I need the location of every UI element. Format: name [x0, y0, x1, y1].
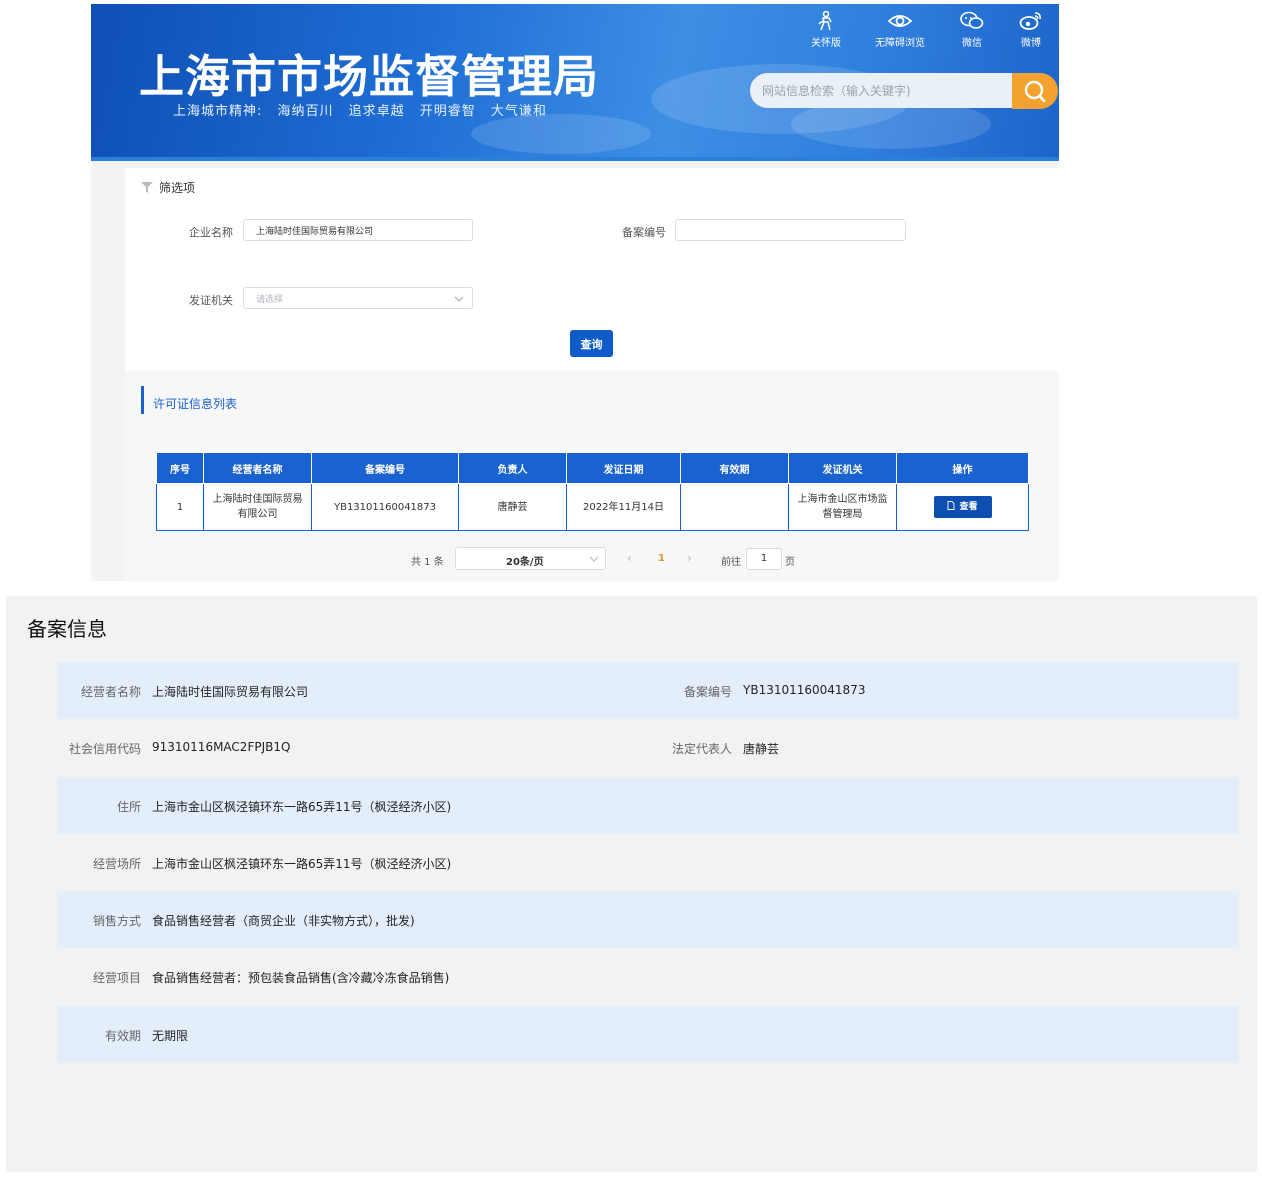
table-header-row: 序号 经营者名称 备案编号 负责人 发证日期 有效期 发证机关 操作 — [156, 452, 1029, 484]
legal-rep-label: 法定代表人 — [671, 742, 732, 756]
detail-row: 经营场所 上海市金山区枫泾镇环东一路65弄11号（枫泾经济小区) — [57, 834, 1239, 891]
filter-panel: 筛选项 企业名称 上海陆时佳国际贸易有限公司 备案编号 发证机关 请选择 查询 — [125, 168, 1059, 371]
record-no-value: YB13101160041873 — [743, 683, 866, 697]
record-no-label: 备案编号 — [683, 685, 732, 699]
column-header: 备案编号 — [311, 452, 459, 484]
row-issue-date: 2022年11月14日 — [566, 483, 681, 531]
validity-label: 有效期 — [104, 1029, 141, 1043]
goto-label: 前往 — [721, 557, 741, 568]
next-page-button[interactable]: › — [687, 551, 692, 565]
pager-total: 共 1 条 — [411, 557, 444, 568]
operator-label: 经营者名称 — [80, 685, 141, 699]
site-search-button[interactable] — [1012, 73, 1058, 109]
column-header: 经营者名称 — [203, 452, 312, 484]
column-header: 操作 — [896, 452, 1029, 484]
detail-row: 社会信用代码 91310116MAC2FPJB1Q 法定代表人 唐静芸 — [57, 719, 1239, 776]
license-table: 序号 经营者名称 备案编号 负责人 发证日期 有效期 发证机关 操作 1 上海陆… — [156, 452, 1029, 531]
business-scope-value: 食品销售经营者：预包装食品销售(含冷藏冷冻食品销售) — [152, 971, 450, 985]
license-list-panel: 许可证信息列表 序号 经营者名称 备案编号 负责人 发证日期 有效期 发证机关 … — [125, 371, 1059, 581]
column-header: 序号 — [156, 452, 204, 484]
current-page[interactable]: 1 — [658, 553, 665, 564]
page-unit-label: 页 — [785, 557, 795, 568]
goto-page-input[interactable]: 1 — [746, 548, 782, 570]
wechat-icon — [960, 11, 984, 29]
sales-mode-value: 食品销售经营者（商贸企业（非实物方式），批发) — [152, 914, 415, 928]
chevron-down-icon — [589, 556, 599, 562]
sales-mode-label: 销售方式 — [92, 914, 141, 928]
business-scope-label: 经营项目 — [92, 971, 141, 985]
search-icon — [1024, 80, 1046, 103]
portal-screenshot: 上海市市场监督管理局 上海城市精神: 海纳百川 追求卓越 开明睿智 大气谦和 关… — [91, 4, 1059, 581]
weibo-label: 微博 — [1021, 38, 1041, 49]
residence-label: 住所 — [116, 800, 141, 814]
legal-rep-value: 唐静芸 — [743, 742, 780, 756]
residence-value: 上海市金山区枫泾镇环东一路65弄11号（枫泾经济小区) — [152, 800, 452, 814]
list-title: 许可证信息列表 — [153, 397, 238, 411]
authority-select-placeholder: 请选择 — [256, 295, 284, 305]
view-button-label: 查看 — [959, 502, 978, 512]
row-validity — [680, 483, 789, 531]
detail-row: 住所 上海市金山区枫泾镇环东一路65弄11号（枫泾经济小区) — [57, 777, 1239, 834]
filter-icon — [141, 182, 153, 193]
weibo-link[interactable]: 微博 — [999, 10, 1059, 49]
row-index: 1 — [156, 483, 204, 531]
record-no-label: 备案编号 — [622, 226, 666, 239]
care-version-link[interactable]: 关怀版 — [794, 10, 858, 49]
prev-page-button[interactable]: ‹ — [627, 551, 632, 565]
record-detail-panel: 备案信息 经营者名称 上海陆时佳国际贸易有限公司 备案编号 YB13101160… — [6, 596, 1257, 1172]
weibo-icon — [1019, 12, 1041, 30]
query-button[interactable]: 查询 — [570, 330, 613, 357]
validity-value: 无期限 — [152, 1029, 189, 1043]
banner-divider — [91, 157, 1059, 161]
elderly-care-icon — [818, 10, 832, 31]
detail-row: 经营项目 食品销售经营者：预包装食品销售(含冷藏冷冻食品销售) — [57, 948, 1239, 1005]
credit-code-value: 91310116MAC2FPJB1Q — [152, 740, 291, 754]
company-name-label: 企业名称 — [189, 226, 233, 239]
chevron-down-icon — [454, 296, 464, 302]
eye-icon — [887, 15, 913, 27]
column-header: 负责人 — [458, 452, 567, 484]
filter-heading: 筛选项 — [141, 179, 195, 196]
row-action-cell: 查看 — [896, 483, 1029, 531]
column-header: 发证机关 — [788, 452, 897, 484]
credit-code-label: 社会信用代码 — [68, 742, 141, 756]
page-size-select[interactable]: 20条/页 — [455, 547, 606, 570]
accessibility-label: 无障碍浏览 — [875, 38, 925, 49]
list-title-accent — [141, 386, 144, 414]
site-search-box — [750, 73, 1057, 108]
wechat-label: 微信 — [962, 38, 982, 49]
column-header: 有效期 — [680, 452, 789, 484]
site-search-input[interactable] — [762, 81, 1012, 101]
authority-label: 发证机关 — [189, 294, 233, 307]
row-person: 唐静芸 — [458, 483, 567, 531]
column-header: 发证日期 — [566, 452, 681, 484]
site-title: 上海市市场监督管理局 — [139, 50, 600, 103]
care-version-label: 关怀版 — [811, 38, 841, 49]
detail-row: 经营者名称 上海陆时佳国际贸易有限公司 备案编号 YB1310116004187… — [57, 662, 1239, 719]
document-icon — [948, 501, 955, 510]
site-slogan: 上海城市精神: 海纳百川 追求卓越 开明睿智 大气谦和 — [173, 104, 547, 119]
detail-row: 销售方式 食品销售经营者（商贸企业（非实物方式），批发) — [57, 891, 1239, 948]
accessibility-link[interactable]: 无障碍浏览 — [868, 10, 932, 49]
row-operator: 上海陆时佳国际贸易有限公司 — [203, 483, 312, 531]
page-size-value: 20条/页 — [506, 557, 544, 568]
filter-title: 筛选项 — [159, 181, 196, 195]
detail-row: 有效期 无期限 — [57, 1006, 1239, 1063]
site-banner: 上海市市场监督管理局 上海城市精神: 海纳百川 追求卓越 开明睿智 大气谦和 关… — [91, 4, 1059, 159]
authority-select[interactable]: 请选择 — [243, 287, 473, 309]
row-authority: 上海市金山区市场监督管理局 — [788, 483, 897, 531]
premises-label: 经营场所 — [92, 857, 141, 871]
wechat-link[interactable]: 微信 — [940, 10, 1004, 49]
company-name-input[interactable]: 上海陆时佳国际贸易有限公司 — [243, 219, 473, 241]
detail-title: 备案信息 — [27, 617, 107, 641]
premises-value: 上海市金山区枫泾镇环东一路65弄11号（枫泾经济小区) — [152, 857, 452, 871]
view-button[interactable]: 查看 — [933, 496, 992, 518]
operator-value: 上海陆时佳国际贸易有限公司 — [152, 685, 309, 699]
row-record-no: YB13101160041873 — [311, 483, 459, 531]
table-row: 1 上海陆时佳国际贸易有限公司 YB13101160041873 唐静芸 202… — [156, 483, 1029, 531]
pagination: 共 1 条 20条/页 ‹ 1 › 前往 1 页 — [125, 547, 1059, 571]
record-no-input[interactable] — [675, 219, 906, 241]
